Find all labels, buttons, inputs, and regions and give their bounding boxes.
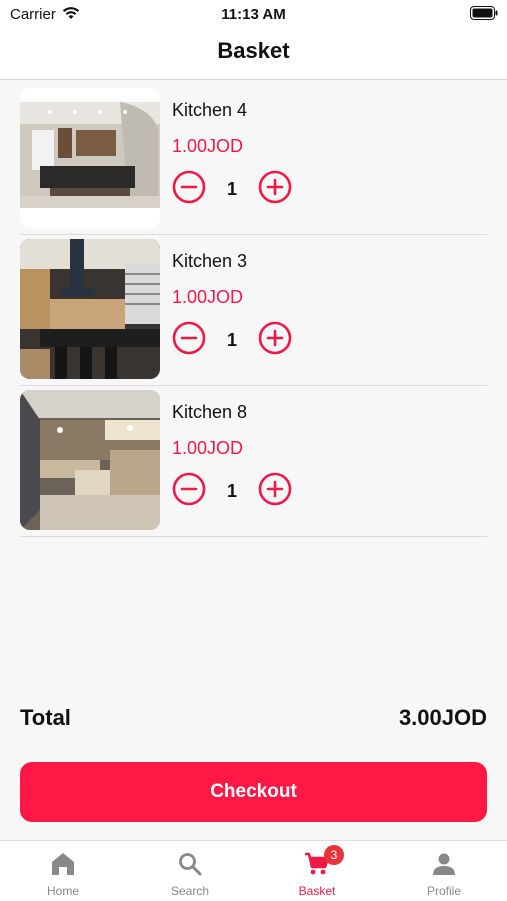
quantity-value: 1 — [226, 481, 237, 501]
basket-item[interactable]: Kitchen 8 1.00JOD 1 — [20, 386, 487, 537]
minus-circle-icon — [172, 170, 206, 204]
home-icon — [52, 853, 74, 875]
search-icon — [179, 853, 202, 876]
checkout-button[interactable]: Checkout — [20, 762, 487, 822]
item-price: 1.00JOD — [172, 287, 244, 307]
total-value: 3.00JOD — [398, 705, 487, 730]
cart-count-badge: 3 — [324, 845, 344, 865]
quantity-value: 1 — [226, 330, 237, 350]
tab-search[interactable]: Search — [127, 841, 253, 901]
page-title: Basket — [217, 38, 290, 63]
item-price: 1.00JOD — [172, 136, 244, 156]
tab-profile[interactable]: Profile — [381, 841, 507, 901]
increase-quantity-button[interactable] — [258, 170, 292, 204]
quantity-value: 1 — [226, 179, 237, 199]
plus-circle-icon — [258, 321, 292, 355]
total-label: Total — [20, 705, 71, 730]
tab-label: Search — [170, 884, 210, 898]
basket-list: Kitchen 4 1.00JOD 1 Kitchen 3 1.00JOD 1 … — [20, 84, 487, 537]
total-row: Total 3.00JOD — [20, 705, 487, 735]
basket-item[interactable]: Kitchen 3 1.00JOD 1 — [20, 235, 487, 386]
product-image — [20, 390, 160, 530]
status-bar: Carrier 11:13 AM — [0, 0, 507, 30]
battery-icon — [470, 6, 498, 25]
item-name: Kitchen 4 — [172, 100, 248, 120]
item-name: Kitchen 3 — [172, 251, 248, 271]
tab-bar: Home Search 3 Basket Profile — [0, 840, 507, 901]
tab-label: Home — [46, 884, 79, 898]
product-image — [20, 88, 160, 228]
item-price: 1.00JOD — [172, 438, 244, 458]
status-time: 11:13 AM — [221, 6, 286, 23]
plus-circle-icon — [258, 170, 292, 204]
decrease-quantity-button[interactable] — [172, 321, 206, 355]
minus-circle-icon — [172, 472, 206, 506]
decrease-quantity-button[interactable] — [172, 472, 206, 506]
tab-label: Profile — [426, 884, 461, 898]
navigation-header: Basket — [0, 30, 507, 80]
product-image — [20, 239, 160, 379]
decrease-quantity-button[interactable] — [172, 170, 206, 204]
basket-item[interactable]: Kitchen 4 1.00JOD 1 — [20, 84, 487, 235]
plus-circle-icon — [258, 472, 292, 506]
item-name: Kitchen 8 — [172, 402, 248, 422]
tab-label: Basket — [298, 884, 336, 898]
minus-circle-icon — [172, 321, 206, 355]
tab-home[interactable]: Home — [0, 841, 126, 901]
tab-basket[interactable]: 3 Basket — [254, 841, 380, 901]
increase-quantity-button[interactable] — [258, 321, 292, 355]
increase-quantity-button[interactable] — [258, 472, 292, 506]
person-icon — [433, 853, 455, 875]
